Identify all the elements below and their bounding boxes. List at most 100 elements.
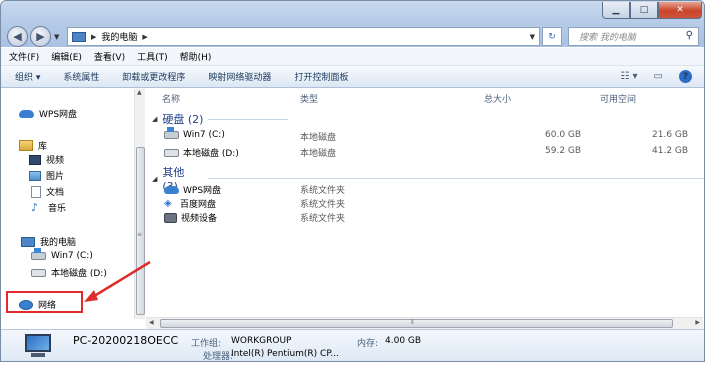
- content-pane: 名称 类型 总大小 可用空间 ◢ 硬盘 (2) Win7 (C:) 本地磁盘 6…: [146, 89, 704, 317]
- system-properties-button[interactable]: 系统属性: [63, 70, 99, 83]
- scroll-right-icon[interactable]: ▶: [695, 319, 700, 326]
- computer-name: PC-20200218OECC: [73, 334, 179, 347]
- library-icon: [19, 140, 33, 151]
- search-icon[interactable]: ⚲: [686, 30, 693, 41]
- close-button[interactable]: ✕: [658, 2, 702, 19]
- group-divider: [208, 118, 289, 120]
- item-name-text: WPS网盘: [183, 186, 222, 196]
- memory-value: 4.00 GB: [385, 336, 422, 346]
- collapse-icon[interactable]: ◢: [152, 175, 157, 183]
- item-type: 系统文件夹: [300, 214, 346, 224]
- menu-edit[interactable]: 编辑(E): [51, 50, 82, 63]
- drive-d-icon: [164, 148, 179, 157]
- navigation-scrollbar[interactable]: ▲ ≡: [134, 89, 145, 319]
- scroll-grip-icon: ⦀: [411, 319, 414, 326]
- search-placeholder: 搜索 我的电脑: [579, 33, 636, 43]
- chevron-right-icon[interactable]: ▶: [142, 33, 147, 41]
- collapse-icon[interactable]: ◢: [152, 115, 157, 123]
- menu-view[interactable]: 查看(V): [94, 50, 125, 63]
- sidebar-item-label: 视频: [46, 156, 65, 166]
- sidebar-item-videos[interactable]: 视频: [29, 153, 64, 166]
- sidebar-item-label: 库: [38, 142, 48, 152]
- list-item[interactable]: 本地磁盘 (D:) 本地磁盘 59.2 GB 41.2 GB: [164, 145, 704, 159]
- camera-icon: [164, 212, 177, 223]
- minimize-button[interactable]: ▁: [602, 2, 630, 19]
- column-header-size[interactable]: 总大小: [484, 92, 511, 105]
- sidebar-item-my-computer[interactable]: 我的电脑: [21, 235, 76, 248]
- column-header-name[interactable]: 名称: [162, 92, 180, 105]
- sidebar-item-documents[interactable]: 文档: [31, 185, 64, 198]
- sidebar-item-drive-d[interactable]: 本地磁盘 (D:): [31, 266, 107, 279]
- computer-icon: [21, 334, 55, 359]
- picture-icon: [29, 170, 41, 181]
- open-control-panel-button[interactable]: 打开控制面板: [294, 70, 348, 83]
- sidebar-item-pictures[interactable]: 图片: [29, 169, 64, 182]
- uninstall-program-button[interactable]: 卸载或更改程序: [122, 70, 185, 83]
- item-name: ◈ 百度网盘: [164, 197, 216, 210]
- sidebar-item-music[interactable]: ♪ 音乐: [31, 201, 66, 214]
- change-view-icon[interactable]: ☷ ▾: [620, 71, 637, 82]
- list-item[interactable]: Win7 (C:) 本地磁盘 60.0 GB 21.6 GB: [164, 127, 704, 143]
- back-button[interactable]: ◀: [7, 26, 28, 47]
- breadcrumb-my-computer[interactable]: 我的电脑: [101, 30, 137, 43]
- sidebar-item-label: 图片: [46, 172, 65, 182]
- scroll-grip-icon: ≡: [137, 231, 143, 238]
- menu-file[interactable]: 文件(F): [9, 50, 39, 63]
- workgroup-label: 工作组:: [191, 339, 222, 349]
- search-input[interactable]: 搜索 我的电脑 ⚲: [568, 27, 699, 46]
- window-controls: ▁ □ ✕: [602, 2, 702, 19]
- group-header-drives[interactable]: ◢ 硬盘 (2): [152, 111, 289, 127]
- item-type: 系统文件夹: [300, 186, 346, 196]
- maximize-button[interactable]: □: [630, 2, 658, 19]
- sidebar-item-drive-c[interactable]: Win7 (C:): [31, 248, 93, 261]
- item-name-text: 本地磁盘 (D:): [183, 149, 239, 159]
- list-item[interactable]: 视频设备 系统文件夹: [164, 210, 704, 224]
- refresh-icon: ↻: [548, 31, 556, 42]
- item-name: 视频设备: [164, 211, 217, 224]
- video-icon: [29, 154, 41, 165]
- sidebar-item-label: Win7 (C:): [51, 251, 93, 261]
- horizontal-scrollbar[interactable]: ◀ ⦀ ▶: [146, 317, 703, 329]
- preview-pane-icon[interactable]: ▭: [654, 71, 663, 82]
- baidu-drive-icon: ◈: [164, 197, 172, 209]
- sidebar-item-label: 我的电脑: [40, 238, 77, 248]
- menu-tools[interactable]: 工具(T): [137, 50, 168, 63]
- scroll-left-icon[interactable]: ◀: [149, 319, 154, 326]
- list-item[interactable]: ◈ 百度网盘 系统文件夹: [164, 196, 704, 210]
- list-item[interactable]: WPS网盘 系统文件夹: [164, 182, 704, 196]
- scrollbar-thumb[interactable]: [160, 319, 673, 328]
- help-icon[interactable]: ?: [679, 70, 692, 83]
- forward-button[interactable]: ▶: [30, 26, 51, 47]
- address-bar[interactable]: ▶ 我的电脑 ▶ ▼: [67, 27, 540, 46]
- column-header-type[interactable]: 类型: [300, 92, 318, 105]
- menu-help[interactable]: 帮助(H): [180, 50, 212, 63]
- drive-c-icon: [164, 127, 179, 139]
- drive-d-icon: [31, 268, 46, 277]
- item-type: 本地磁盘: [300, 133, 337, 143]
- network-icon: [19, 299, 33, 310]
- music-icon: ♪: [31, 200, 39, 214]
- sidebar-item-wps-drive[interactable]: WPS网盘: [19, 107, 77, 120]
- item-free: 41.2 GB: [652, 146, 689, 156]
- scroll-up-icon[interactable]: ▲: [137, 89, 142, 96]
- recent-pages-dropdown-icon[interactable]: ▼: [54, 33, 59, 41]
- organize-button[interactable]: 组织 ▾: [15, 70, 40, 83]
- back-arrow-icon: ◀: [13, 30, 22, 43]
- drive-c-icon: [31, 248, 46, 260]
- computer-icon: [72, 31, 86, 42]
- explorer-window: ▁ □ ✕ ◀ ▶ ▼ ▶ 我的电脑 ▶ ▼ ↻ 搜索 我的电脑 ⚲ 文件(F)…: [0, 0, 705, 362]
- nav-buttons: ◀ ▶ ▼: [7, 26, 59, 47]
- item-name-text: 百度网盘: [180, 200, 217, 210]
- forward-arrow-icon: ▶: [36, 30, 45, 43]
- refresh-button[interactable]: ↻: [542, 27, 562, 46]
- sidebar-item-library[interactable]: 库: [19, 139, 47, 152]
- navigation-pane: WPS网盘 库 视频 图片 文档 ♪ 音乐 我的电脑 Win7 (C:) 本地磁…: [1, 89, 134, 319]
- title-bar: ▁ □ ✕ ◀ ▶ ▼ ▶ 我的电脑 ▶ ▼ ↻ 搜索 我的电脑 ⚲: [1, 1, 704, 47]
- column-headers: 名称 类型 总大小 可用空间: [146, 89, 704, 106]
- chevron-right-icon[interactable]: ▶: [91, 33, 96, 41]
- sidebar-item-network[interactable]: 网络: [19, 298, 56, 311]
- item-size: 59.2 GB: [545, 146, 582, 156]
- map-network-drive-button[interactable]: 映射网络驱动器: [208, 70, 271, 83]
- column-header-free[interactable]: 可用空间: [600, 92, 636, 105]
- address-dropdown-icon[interactable]: ▼: [530, 33, 535, 41]
